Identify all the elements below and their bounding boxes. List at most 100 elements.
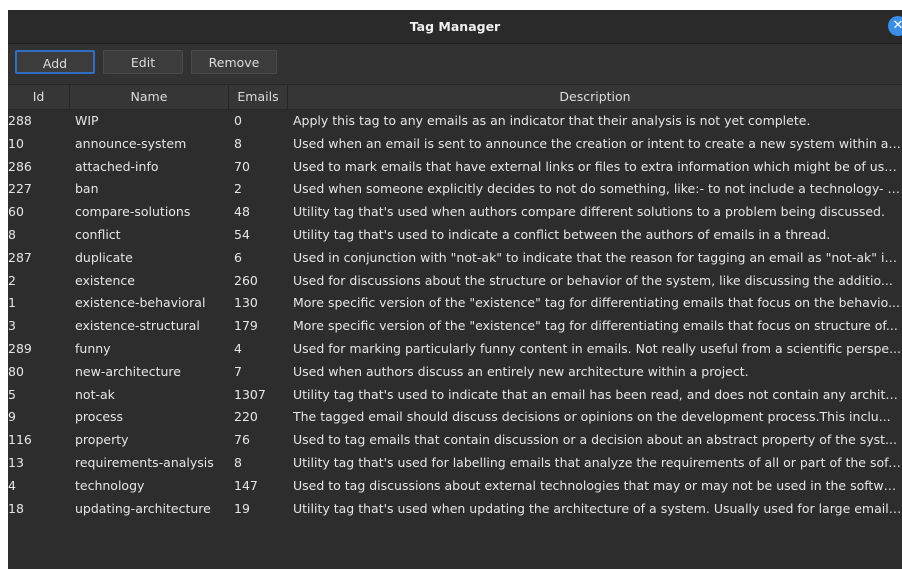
tag-id-cell: 1 — [8, 295, 16, 311]
table-row[interactable]: 5 not-ak 1307 Utility tag that's used to in… — [8, 384, 902, 407]
tag-name-cell: updating-architecture — [75, 500, 211, 516]
tag-description-cell: Utility tag that's used when authors com… — [293, 204, 885, 220]
tag-description-cell: Used when someone explicitly decides to … — [293, 181, 902, 197]
tag-description-cell: Used in conjunction with "not-ak" to ind… — [293, 249, 902, 265]
table-row[interactable]: 8 conflict 54 Utility tag that's used to in… — [8, 224, 902, 247]
tag-name-cell: announce-system — [75, 135, 187, 151]
tag-name-cell: duplicate — [75, 249, 133, 265]
close-icon[interactable]: ✕ — [888, 16, 902, 36]
tag-id-cell: 5 — [8, 386, 16, 402]
tag-emails-cell: 7 — [234, 363, 242, 379]
table-row[interactable]: 18 updating-architecture 19 Utility tag tha… — [8, 498, 902, 521]
tag-name-cell: property — [75, 432, 129, 448]
table-row[interactable]: 289 funny 4 Used for marking particularly f… — [8, 338, 902, 361]
table-body: 288 WIP 0 Apply this tag to any emails as a… — [8, 110, 902, 520]
tag-name-cell: new-architecture — [75, 363, 181, 379]
tag-emails-cell: 220 — [234, 409, 258, 425]
tag-description-cell: Used to tag discussions about external t… — [293, 477, 902, 493]
tag-description-cell: Used when an email is sent to announce t… — [293, 135, 902, 151]
tag-description-cell: Utility tag that's used to indicate that… — [293, 386, 902, 402]
tag-emails-cell: 0 — [234, 113, 242, 128]
column-header-emails[interactable]: Emails — [229, 85, 288, 109]
tag-id-cell: 116 — [8, 432, 32, 448]
tag-id-cell: 3 — [8, 318, 16, 334]
tag-emails-cell: 8 — [234, 454, 242, 470]
table-row[interactable]: 13 requirements-analysis 8 Utility tag that… — [8, 452, 902, 475]
remove-button[interactable]: Remove — [191, 50, 277, 74]
tag-id-cell: 2 — [8, 272, 16, 288]
column-header-description[interactable]: Description — [288, 85, 902, 109]
tag-emails-cell: 260 — [234, 272, 258, 288]
tag-name-cell: WIP — [75, 113, 99, 128]
tag-emails-cell: 179 — [234, 318, 258, 334]
title-bar[interactable]: Tag Manager ✕ — [8, 10, 902, 44]
tag-emails-cell: 48 — [234, 204, 250, 220]
tag-description-cell: Apply this tag to any emails as an indic… — [293, 113, 811, 128]
tag-id-cell: 13 — [8, 454, 24, 470]
tag-description-cell: Used when authors discuss an entirely ne… — [293, 363, 749, 379]
tag-id-cell: 10 — [8, 135, 24, 151]
table-row[interactable]: 227 ban 2 Used when someone explicitly deci… — [8, 178, 902, 201]
tag-emails-cell: 76 — [234, 432, 250, 448]
table-row[interactable]: 287 duplicate 6 Used in conjunction with "n… — [8, 247, 902, 270]
table-row[interactable]: 288 WIP 0 Apply this tag to any emails as a… — [8, 110, 902, 133]
tag-id-cell: 9 — [8, 409, 16, 425]
tag-description-cell: The tagged email should discuss decision… — [293, 409, 891, 425]
tag-id-cell: 80 — [8, 363, 24, 379]
tag-emails-cell: 8 — [234, 135, 242, 151]
tag-id-cell: 286 — [8, 158, 32, 174]
tag-name-cell: existence — [75, 272, 135, 288]
tag-name-cell: attached-info — [75, 158, 159, 174]
table-row[interactable]: 10 announce-system 8 Used when an email is … — [8, 133, 902, 156]
tag-emails-cell: 1307 — [234, 386, 266, 402]
tag-name-cell: requirements-analysis — [75, 454, 214, 470]
tag-description-cell: Used for discussions about the structure… — [293, 272, 893, 288]
tag-name-cell: process — [75, 409, 124, 425]
table-row[interactable]: 4 technology 147 Used to tag discussions ab… — [8, 475, 902, 498]
tag-description-cell: More specific version of the "existence"… — [293, 318, 898, 334]
tag-name-cell: compare-solutions — [75, 204, 191, 220]
edit-button[interactable]: Edit — [103, 50, 183, 74]
table-row[interactable]: 60 compare-solutions 48 Utility tag that's … — [8, 201, 902, 224]
tag-id-cell: 60 — [8, 204, 24, 220]
tag-name-cell: not-ak — [75, 386, 115, 402]
tag-name-cell: technology — [75, 477, 145, 493]
table-row[interactable]: 2 existence 260 Used for discussions about … — [8, 270, 902, 293]
tag-manager-window: Tag Manager ✕ Add Edit Remove Id Name Em… — [8, 10, 902, 569]
tag-name-cell: existence-structural — [75, 318, 200, 334]
tag-id-cell: 227 — [8, 181, 32, 197]
tags-table: Id Name Emails Description 288 WIP 0 Apply … — [8, 84, 902, 569]
tag-id-cell: 289 — [8, 340, 32, 356]
tag-id-cell: 287 — [8, 249, 32, 265]
table-row[interactable]: 1 existence-behavioral 130 More specific ve… — [8, 292, 902, 315]
toolbar: Add Edit Remove — [8, 44, 902, 84]
table-row[interactable]: 80 new-architecture 7 Used when authors dis… — [8, 361, 902, 384]
table-row[interactable]: 116 property 76 Used to tag emails that con… — [8, 429, 902, 452]
tag-emails-cell: 54 — [234, 226, 250, 242]
tag-description-cell: Utility tag that's used when updating th… — [293, 500, 902, 516]
tag-id-cell: 4 — [8, 477, 16, 493]
table-row[interactable]: 286 attached-info 70 Used to mark emails th… — [8, 156, 902, 179]
tag-emails-cell: 70 — [234, 158, 250, 174]
add-button[interactable]: Add — [15, 50, 95, 74]
tag-emails-cell: 4 — [234, 340, 242, 356]
tag-name-cell: conflict — [75, 226, 121, 242]
tag-description-cell: Used for marking particularly funny cont… — [293, 340, 902, 356]
tag-emails-cell: 130 — [234, 295, 258, 311]
column-header-id[interactable]: Id — [8, 85, 70, 109]
tag-name-cell: existence-behavioral — [75, 295, 206, 311]
column-header-name[interactable]: Name — [70, 85, 229, 109]
window-title: Tag Manager — [409, 19, 501, 34]
tag-description-cell: Used to tag emails that contain discussi… — [293, 432, 897, 448]
tag-emails-cell: 2 — [234, 181, 242, 197]
table-row[interactable]: 3 existence-structural 179 More specific ve… — [8, 315, 902, 338]
tag-id-cell: 288 — [8, 113, 32, 128]
tag-id-cell: 18 — [8, 500, 24, 516]
tag-emails-cell: 6 — [234, 249, 242, 265]
table-header: Id Name Emails Description — [8, 85, 902, 110]
tag-description-cell: More specific version of the "existence"… — [293, 295, 900, 311]
tag-description-cell: Utility tag that's used to indicate a co… — [293, 226, 831, 242]
table-row[interactable]: 9 process 220 The tagged email should discu… — [8, 406, 902, 429]
tag-emails-cell: 19 — [234, 500, 250, 516]
tag-name-cell: ban — [75, 181, 99, 197]
